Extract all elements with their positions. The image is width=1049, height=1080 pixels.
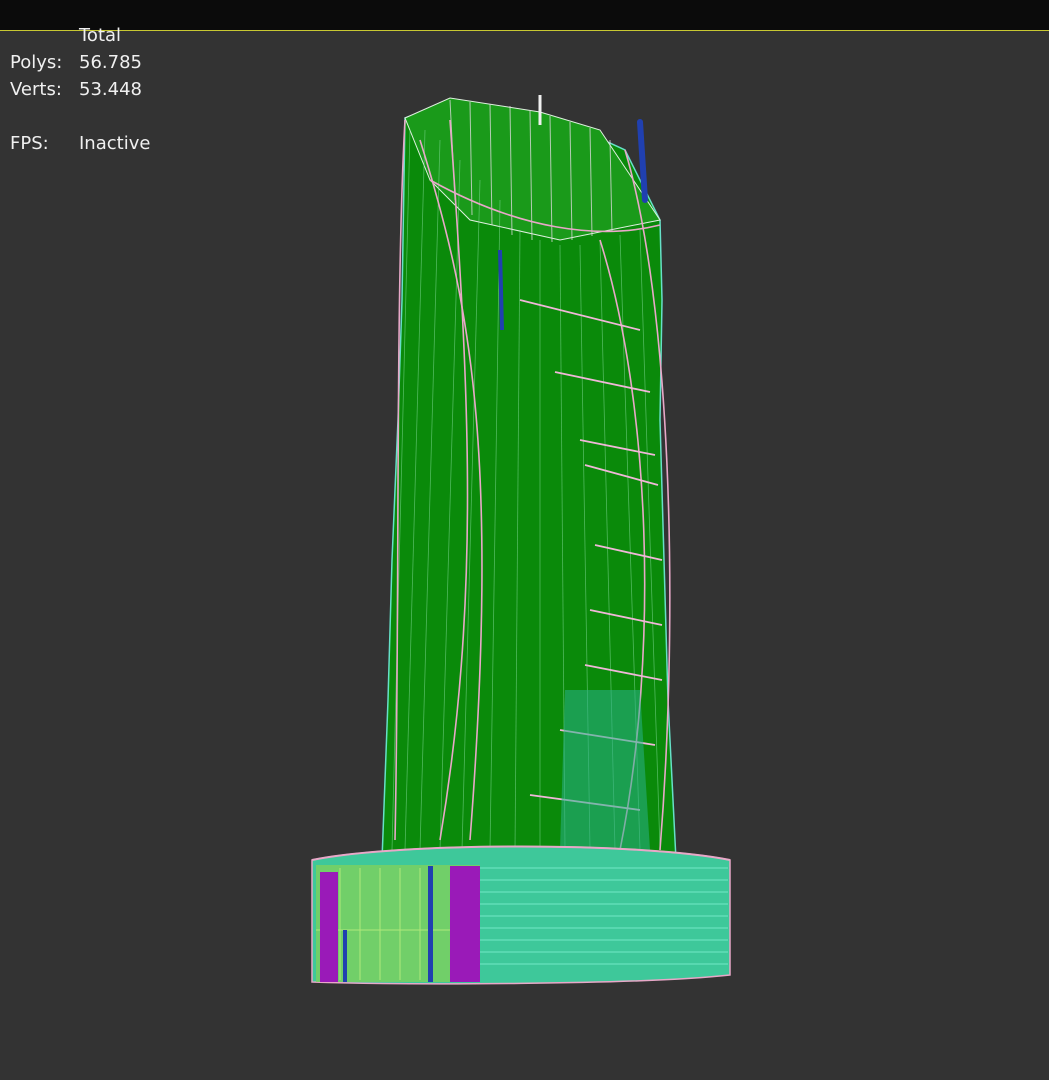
podium-blue-column-2 — [343, 930, 347, 982]
podium-purple-panel-right — [450, 866, 480, 982]
stats-header: Total — [79, 25, 122, 46]
fps-value: Inactive — [79, 133, 151, 154]
polys-label: Polys: — [10, 52, 63, 73]
podium-purple-panel-left — [320, 872, 338, 982]
verts-value: 53.448 — [79, 79, 142, 100]
verts-label: Verts: — [10, 79, 62, 100]
polys-value: 56.785 — [79, 52, 142, 73]
tower-wireframe-model[interactable] — [0, 0, 1049, 1080]
tower-lower-panel — [560, 690, 650, 850]
podium-blue-column — [428, 866, 433, 982]
mast-center — [498, 249, 504, 331]
fps-label: FPS: — [10, 133, 49, 154]
